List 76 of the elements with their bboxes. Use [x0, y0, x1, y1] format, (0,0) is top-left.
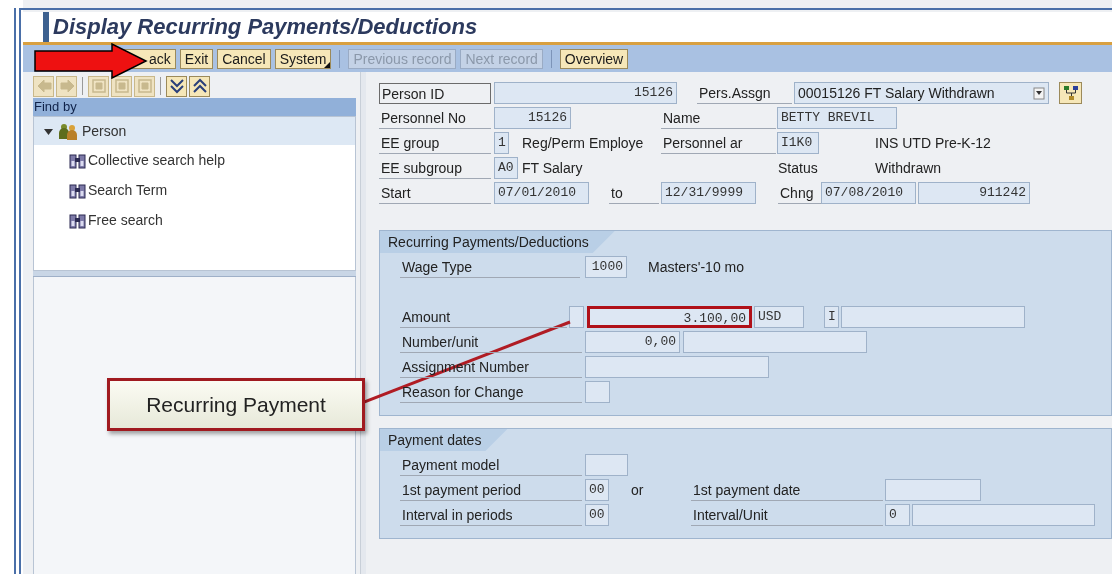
- toolbar-button[interactable]: System: [274, 48, 332, 69]
- input-field[interactable]: 15126: [494, 107, 571, 129]
- field-label: Interval in periods: [400, 504, 582, 526]
- input-field[interactable]: USD: [754, 306, 804, 328]
- caret-icon[interactable]: [44, 126, 54, 136]
- input-field[interactable]: 07/08/2010: [821, 182, 916, 204]
- input-field[interactable]: [585, 381, 610, 403]
- field-text: FT Salary: [522, 158, 584, 178]
- section-title: Recurring Payments/Deductions: [380, 231, 615, 253]
- field-label: Name: [661, 107, 776, 129]
- toolbar-button[interactable]: Overview: [559, 48, 629, 69]
- tree-item[interactable]: Search Term: [88, 179, 168, 201]
- input-field[interactable]: 00: [585, 479, 609, 501]
- field-text: Reg/Perm Employe: [522, 133, 645, 153]
- binoculars-icon: [69, 151, 86, 169]
- field-label: Interval/Unit: [691, 504, 883, 526]
- field-label: to: [609, 182, 659, 204]
- toolbar-button[interactable]: Cancel: [217, 48, 271, 69]
- input-field[interactable]: [885, 479, 981, 501]
- input-field[interactable]: 1000: [585, 256, 627, 278]
- dropdown-icon: [1033, 86, 1045, 100]
- field-label: Reason for Change: [400, 381, 582, 403]
- field-text: Masters'-10 mo: [648, 257, 746, 277]
- input-field[interactable]: 12/31/9999: [661, 182, 756, 204]
- input-field[interactable]: BETTY BREVIL: [777, 107, 897, 129]
- binoculars-icon: [69, 181, 86, 199]
- field-label: Payment model: [400, 454, 582, 476]
- callout-box: Recurring Payment: [107, 378, 365, 431]
- expand-icon[interactable]: [166, 75, 187, 97]
- collapse-icon[interactable]: [189, 75, 210, 97]
- binoculars-icon: [69, 211, 86, 229]
- accent-bar: [43, 12, 49, 42]
- input-field[interactable]: 15126: [494, 82, 677, 104]
- input-field[interactable]: 07/01/2010: [494, 182, 589, 204]
- tree-item[interactable]: Collective search help: [88, 149, 225, 171]
- people-icon: [58, 122, 78, 140]
- field-label: Amount: [400, 306, 567, 328]
- field-text: Status: [778, 158, 819, 178]
- field-label: Personnel No: [379, 107, 491, 129]
- input-field[interactable]: 0,00: [585, 331, 680, 353]
- input-field[interactable]: 3.100,00: [587, 306, 752, 328]
- field-text: INS UTD Pre-K-12: [875, 133, 992, 153]
- input-field[interactable]: [912, 504, 1095, 526]
- panel-header: Find by: [33, 98, 356, 116]
- arrow-icon: [34, 43, 148, 79]
- field-text: Withdrawn: [875, 158, 943, 178]
- input-field[interactable]: 1: [494, 132, 509, 154]
- field-label: Person ID: [379, 82, 491, 104]
- input-field[interactable]: [585, 454, 628, 476]
- field-label: Wage Type: [400, 256, 580, 278]
- input-field[interactable]: A0: [494, 157, 518, 179]
- input-field[interactable]: 0: [885, 504, 910, 526]
- toolbar-button[interactable]: Exit: [179, 48, 214, 69]
- input-field[interactable]: [585, 356, 769, 378]
- field-label: Number/unit: [400, 331, 582, 353]
- tree-item[interactable]: Free search: [88, 209, 163, 231]
- window-title: Display Recurring Payments/Deductions: [53, 13, 478, 41]
- field-label: EE subgroup: [379, 157, 491, 179]
- input-field[interactable]: 00: [585, 504, 609, 526]
- field-label: Start: [379, 182, 491, 204]
- field-text: or: [631, 480, 645, 500]
- field-label: 1st payment date: [691, 479, 883, 501]
- network-icon[interactable]: [1059, 82, 1082, 104]
- dropdown-field[interactable]: 00015126 FT Salary Withdrawn: [794, 82, 1049, 104]
- input-field[interactable]: [841, 306, 1025, 328]
- tree-item[interactable]: Person: [82, 120, 127, 142]
- input-field[interactable]: I1K0: [777, 132, 819, 154]
- field-label: 1st payment period: [400, 479, 582, 501]
- input-field[interactable]: [569, 306, 584, 328]
- field-label: Personnel ar: [661, 132, 776, 154]
- section-title: Payment dates: [380, 429, 508, 451]
- field-label: EE group: [379, 132, 491, 154]
- field-label: Pers.Assgn: [697, 82, 792, 104]
- input-field[interactable]: 911242: [918, 182, 1030, 204]
- input-field[interactable]: I: [824, 306, 839, 328]
- input-field[interactable]: [683, 331, 867, 353]
